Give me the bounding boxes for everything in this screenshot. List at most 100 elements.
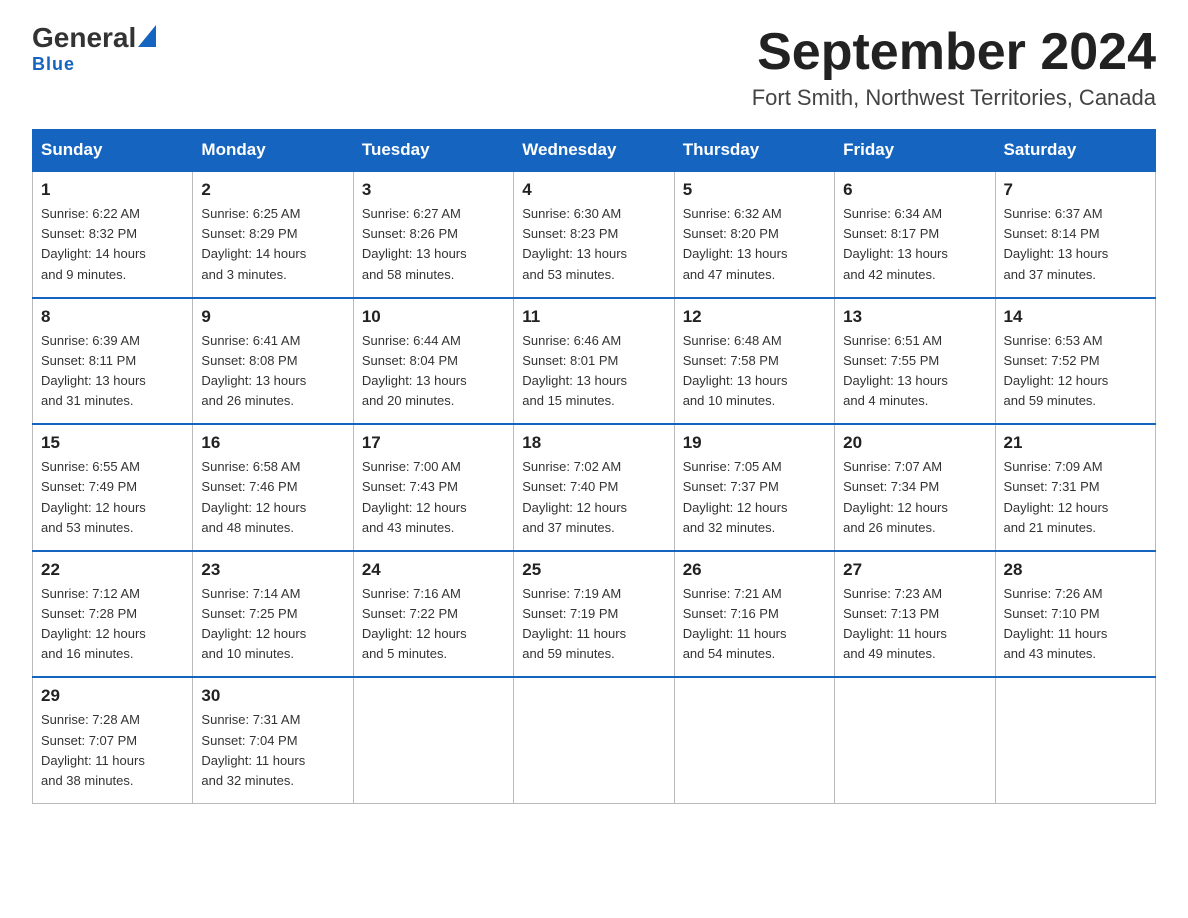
calendar-cell: 1Sunrise: 6:22 AM Sunset: 8:32 PM Daylig… bbox=[33, 171, 193, 298]
day-info: Sunrise: 6:58 AM Sunset: 7:46 PM Dayligh… bbox=[201, 457, 344, 538]
day-number: 21 bbox=[1004, 433, 1147, 453]
day-number: 30 bbox=[201, 686, 344, 706]
calendar-table: SundayMondayTuesdayWednesdayThursdayFrid… bbox=[32, 129, 1156, 804]
day-number: 13 bbox=[843, 307, 986, 327]
day-info: Sunrise: 7:07 AM Sunset: 7:34 PM Dayligh… bbox=[843, 457, 986, 538]
calendar-cell: 17 Sunrise: 7:00 AM Sunset: 7:43 PM Dayli… bbox=[353, 424, 513, 551]
calendar-cell: 13 Sunrise: 6:51 AM Sunset: 7:55 PM Dayli… bbox=[835, 298, 995, 425]
calendar-week-row: 22 Sunrise: 7:12 AM Sunset: 7:28 PM Dayli… bbox=[33, 551, 1156, 678]
day-number: 17 bbox=[362, 433, 505, 453]
day-number: 15 bbox=[41, 433, 184, 453]
day-number: 20 bbox=[843, 433, 986, 453]
calendar-cell bbox=[353, 677, 513, 803]
day-info: Sunrise: 6:41 AM Sunset: 8:08 PM Dayligh… bbox=[201, 331, 344, 412]
calendar-header-thursday: Thursday bbox=[674, 130, 834, 172]
logo-general-text: General bbox=[32, 24, 136, 52]
calendar-cell: 16 Sunrise: 6:58 AM Sunset: 7:46 PM Dayli… bbox=[193, 424, 353, 551]
calendar-cell: 20 Sunrise: 7:07 AM Sunset: 7:34 PM Dayli… bbox=[835, 424, 995, 551]
day-number: 7 bbox=[1004, 180, 1147, 200]
calendar-week-row: 1Sunrise: 6:22 AM Sunset: 8:32 PM Daylig… bbox=[33, 171, 1156, 298]
day-info: Sunrise: 7:00 AM Sunset: 7:43 PM Dayligh… bbox=[362, 457, 505, 538]
day-number: 14 bbox=[1004, 307, 1147, 327]
day-number: 11 bbox=[522, 307, 665, 327]
day-info: Sunrise: 7:28 AM Sunset: 7:07 PM Dayligh… bbox=[41, 710, 184, 791]
day-number: 25 bbox=[522, 560, 665, 580]
calendar-header-friday: Friday bbox=[835, 130, 995, 172]
logo-triangle-icon bbox=[138, 25, 156, 47]
calendar-cell bbox=[995, 677, 1155, 803]
day-info: Sunrise: 7:12 AM Sunset: 7:28 PM Dayligh… bbox=[41, 584, 184, 665]
day-info: Sunrise: 6:48 AM Sunset: 7:58 PM Dayligh… bbox=[683, 331, 826, 412]
calendar-cell: 25 Sunrise: 7:19 AM Sunset: 7:19 PM Dayli… bbox=[514, 551, 674, 678]
calendar-header-wednesday: Wednesday bbox=[514, 130, 674, 172]
day-info: Sunrise: 7:16 AM Sunset: 7:22 PM Dayligh… bbox=[362, 584, 505, 665]
day-number: 22 bbox=[41, 560, 184, 580]
day-number: 24 bbox=[362, 560, 505, 580]
day-number: 26 bbox=[683, 560, 826, 580]
day-number: 19 bbox=[683, 433, 826, 453]
calendar-cell: 7 Sunrise: 6:37 AM Sunset: 8:14 PM Daylig… bbox=[995, 171, 1155, 298]
day-info: Sunrise: 6:34 AM Sunset: 8:17 PM Dayligh… bbox=[843, 204, 986, 285]
day-number: 2 bbox=[201, 180, 344, 200]
calendar-cell bbox=[835, 677, 995, 803]
logo-blue-text: Blue bbox=[32, 54, 75, 75]
calendar-header-sunday: Sunday bbox=[33, 130, 193, 172]
title-area: September 2024 Fort Smith, Northwest Ter… bbox=[752, 24, 1156, 111]
calendar-cell: 21 Sunrise: 7:09 AM Sunset: 7:31 PM Dayli… bbox=[995, 424, 1155, 551]
day-number: 18 bbox=[522, 433, 665, 453]
day-number: 23 bbox=[201, 560, 344, 580]
day-info: Sunrise: 6:53 AM Sunset: 7:52 PM Dayligh… bbox=[1004, 331, 1147, 412]
day-number: 3 bbox=[362, 180, 505, 200]
calendar-cell: 10 Sunrise: 6:44 AM Sunset: 8:04 PM Dayli… bbox=[353, 298, 513, 425]
calendar-cell: 30 Sunrise: 7:31 AM Sunset: 7:04 PM Dayli… bbox=[193, 677, 353, 803]
day-info: Sunrise: 6:32 AM Sunset: 8:20 PM Dayligh… bbox=[683, 204, 826, 285]
day-info: Sunrise: 6:44 AM Sunset: 8:04 PM Dayligh… bbox=[362, 331, 505, 412]
calendar-cell: 6 Sunrise: 6:34 AM Sunset: 8:17 PM Daylig… bbox=[835, 171, 995, 298]
day-info: Sunrise: 6:39 AM Sunset: 8:11 PM Dayligh… bbox=[41, 331, 184, 412]
calendar-cell: 19Sunrise: 7:05 AM Sunset: 7:37 PM Dayli… bbox=[674, 424, 834, 551]
calendar-cell: 22 Sunrise: 7:12 AM Sunset: 7:28 PM Dayli… bbox=[33, 551, 193, 678]
day-info: Sunrise: 7:09 AM Sunset: 7:31 PM Dayligh… bbox=[1004, 457, 1147, 538]
calendar-cell: 11 Sunrise: 6:46 AM Sunset: 8:01 PM Dayli… bbox=[514, 298, 674, 425]
day-number: 10 bbox=[362, 307, 505, 327]
calendar-week-row: 29Sunrise: 7:28 AM Sunset: 7:07 PM Dayli… bbox=[33, 677, 1156, 803]
day-info: Sunrise: 6:25 AM Sunset: 8:29 PM Dayligh… bbox=[201, 204, 344, 285]
calendar-cell bbox=[514, 677, 674, 803]
calendar-header-tuesday: Tuesday bbox=[353, 130, 513, 172]
day-number: 6 bbox=[843, 180, 986, 200]
calendar-cell: 24 Sunrise: 7:16 AM Sunset: 7:22 PM Dayli… bbox=[353, 551, 513, 678]
day-number: 4 bbox=[522, 180, 665, 200]
day-info: Sunrise: 6:22 AM Sunset: 8:32 PM Dayligh… bbox=[41, 204, 184, 285]
day-info: Sunrise: 7:02 AM Sunset: 7:40 PM Dayligh… bbox=[522, 457, 665, 538]
day-number: 8 bbox=[41, 307, 184, 327]
calendar-cell: 28Sunrise: 7:26 AM Sunset: 7:10 PM Dayli… bbox=[995, 551, 1155, 678]
month-title: September 2024 bbox=[752, 24, 1156, 81]
calendar-cell: 2 Sunrise: 6:25 AM Sunset: 8:29 PM Daylig… bbox=[193, 171, 353, 298]
calendar-header-monday: Monday bbox=[193, 130, 353, 172]
calendar-week-row: 15Sunrise: 6:55 AM Sunset: 7:49 PM Dayli… bbox=[33, 424, 1156, 551]
day-number: 5 bbox=[683, 180, 826, 200]
day-number: 12 bbox=[683, 307, 826, 327]
day-info: Sunrise: 6:37 AM Sunset: 8:14 PM Dayligh… bbox=[1004, 204, 1147, 285]
day-info: Sunrise: 6:27 AM Sunset: 8:26 PM Dayligh… bbox=[362, 204, 505, 285]
calendar-cell: 15Sunrise: 6:55 AM Sunset: 7:49 PM Dayli… bbox=[33, 424, 193, 551]
calendar-cell: 9Sunrise: 6:41 AM Sunset: 8:08 PM Daylig… bbox=[193, 298, 353, 425]
calendar-cell: 27Sunrise: 7:23 AM Sunset: 7:13 PM Dayli… bbox=[835, 551, 995, 678]
calendar-cell: 23 Sunrise: 7:14 AM Sunset: 7:25 PM Dayli… bbox=[193, 551, 353, 678]
day-info: Sunrise: 6:46 AM Sunset: 8:01 PM Dayligh… bbox=[522, 331, 665, 412]
logo: General Blue bbox=[32, 24, 157, 75]
day-info: Sunrise: 6:30 AM Sunset: 8:23 PM Dayligh… bbox=[522, 204, 665, 285]
calendar-header-saturday: Saturday bbox=[995, 130, 1155, 172]
day-info: Sunrise: 7:31 AM Sunset: 7:04 PM Dayligh… bbox=[201, 710, 344, 791]
calendar-cell: 12 Sunrise: 6:48 AM Sunset: 7:58 PM Dayli… bbox=[674, 298, 834, 425]
calendar-week-row: 8 Sunrise: 6:39 AM Sunset: 8:11 PM Daylig… bbox=[33, 298, 1156, 425]
calendar-cell: 5 Sunrise: 6:32 AM Sunset: 8:20 PM Daylig… bbox=[674, 171, 834, 298]
day-info: Sunrise: 6:51 AM Sunset: 7:55 PM Dayligh… bbox=[843, 331, 986, 412]
day-number: 16 bbox=[201, 433, 344, 453]
location-title: Fort Smith, Northwest Territories, Canad… bbox=[752, 85, 1156, 111]
calendar-cell: 3 Sunrise: 6:27 AM Sunset: 8:26 PM Daylig… bbox=[353, 171, 513, 298]
calendar-cell: 8 Sunrise: 6:39 AM Sunset: 8:11 PM Daylig… bbox=[33, 298, 193, 425]
day-info: Sunrise: 7:19 AM Sunset: 7:19 PM Dayligh… bbox=[522, 584, 665, 665]
calendar-cell: 14 Sunrise: 6:53 AM Sunset: 7:52 PM Dayli… bbox=[995, 298, 1155, 425]
day-info: Sunrise: 7:14 AM Sunset: 7:25 PM Dayligh… bbox=[201, 584, 344, 665]
